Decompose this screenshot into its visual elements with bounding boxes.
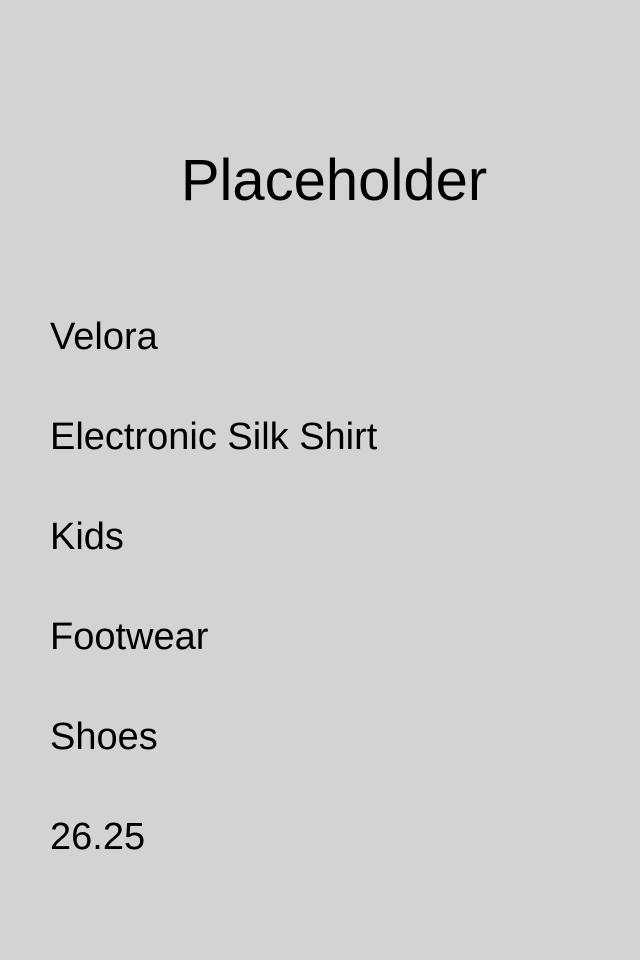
page-title: Placeholder bbox=[180, 148, 488, 213]
category-text: Footwear bbox=[50, 616, 209, 658]
price-text: 26.25 bbox=[50, 816, 146, 858]
audience-text: Kids bbox=[50, 516, 124, 558]
brand-text: Velora bbox=[50, 316, 158, 358]
product-card: Placeholder Velora Electronic Silk Shirt… bbox=[0, 0, 640, 960]
product-details-list: Velora Electronic Silk Shirt Kids Footwe… bbox=[50, 312, 377, 912]
product-name-text: Electronic Silk Shirt bbox=[50, 416, 378, 458]
subcategory-text: Shoes bbox=[50, 716, 158, 758]
